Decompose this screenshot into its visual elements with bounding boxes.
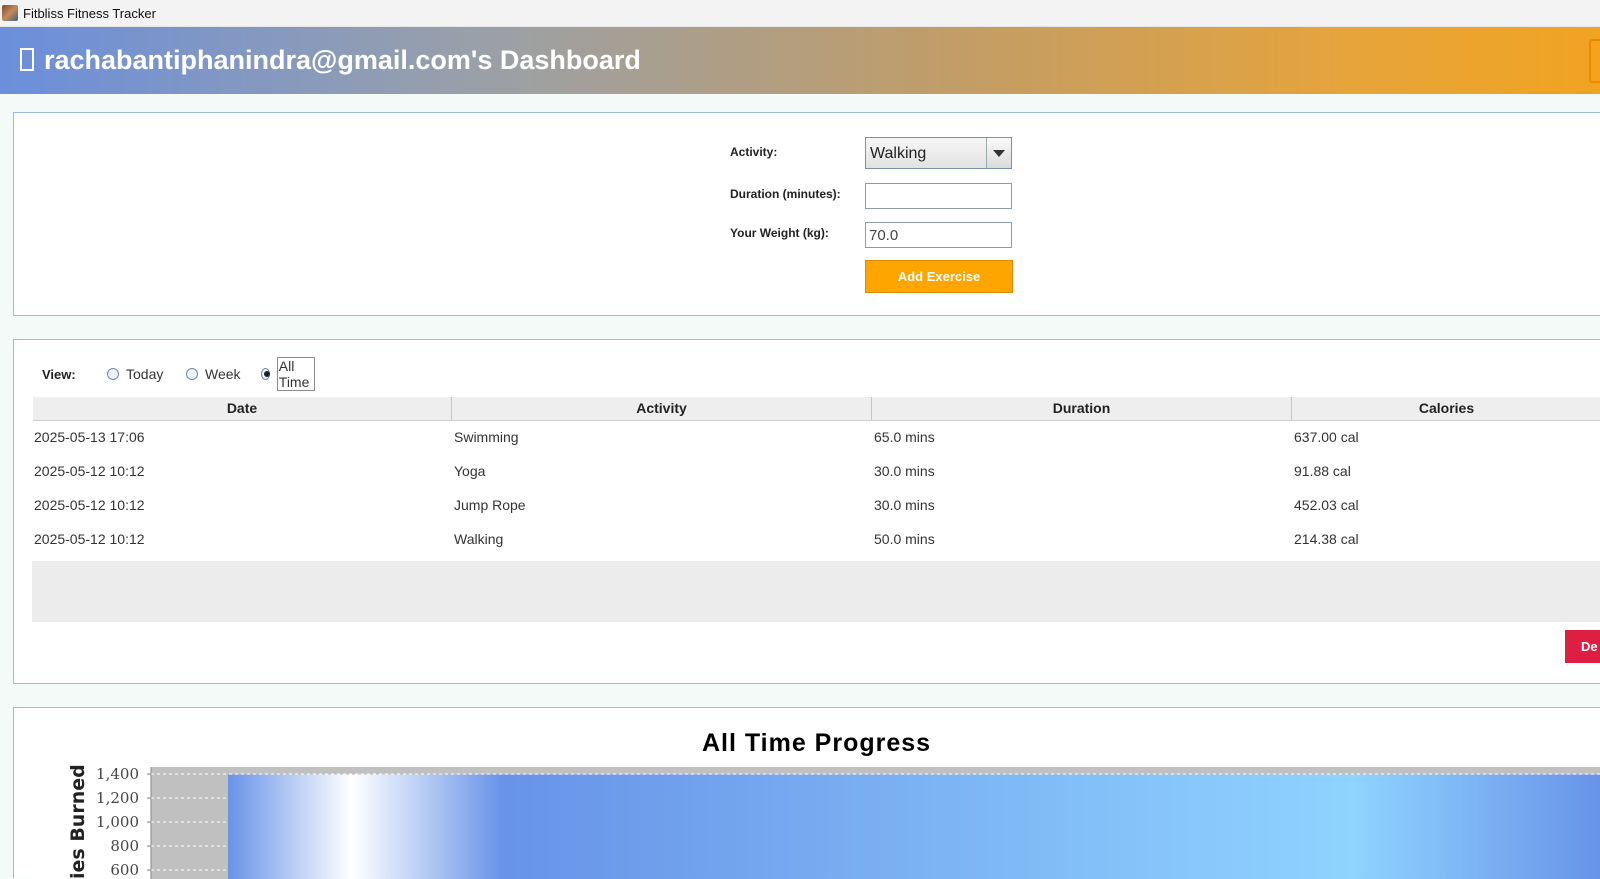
column-header-calories[interactable]: Calories [1292,397,1600,420]
chart-bar [228,774,1600,879]
radio-all-time[interactable] [261,368,270,380]
table-row[interactable]: 2025-05-13 17:06 Swimming 65.0 mins 637.… [33,421,1600,455]
column-header-duration[interactable]: Duration [872,397,1292,420]
cell-activity: Yoga [454,463,486,479]
cell-calories: 452.03 cal [1294,497,1359,513]
view-option-week[interactable]: Week [186,364,241,384]
progress-chart-panel: All Time Progress 600 800 1,000 1,200 1,400 i… [13,707,1600,879]
dashboard-title: rachabantiphanindra@gmail.com's Dashboar… [44,45,641,75]
y-tick-label: 800 [110,837,139,855]
cell-duration: 50.0 mins [874,531,935,547]
app-icon [2,5,18,21]
table-row[interactable]: 2025-05-12 10:12 Jump Rope 30.0 mins 452… [33,489,1600,523]
column-header-date[interactable]: Date [33,397,452,420]
y-tick-label: 1,400 [96,765,139,783]
y-axis-label: ies Burned [67,764,89,879]
cell-date: 2025-05-12 10:12 [34,497,145,513]
cell-duration: 65.0 mins [874,429,935,445]
exercise-form-panel: Activity: Walking Duration (minutes): Yo… [13,112,1600,316]
delete-button[interactable]: De [1565,630,1600,663]
activity-select[interactable]: Walking [865,137,1012,169]
duration-input[interactable] [865,183,1012,209]
chart-area: All Time Progress 600 800 1,000 1,200 1,400 i… [32,726,1600,879]
view-option-all-time[interactable]: All Time [261,357,315,391]
cell-activity: Walking [454,531,504,547]
table-header: Date Activity Duration Calories [33,397,1600,421]
dashboard-title-wrap: rachabantiphanindra@gmail.com's Dashboar… [20,45,641,76]
radio-label-today: Today [126,366,164,382]
radio-label-week: Week [205,366,241,382]
activity-select-value: Walking [870,145,927,162]
cell-date: 2025-05-12 10:12 [34,531,145,547]
y-tick-label: 600 [110,861,139,879]
table-row[interactable]: 2025-05-12 10:12 Walking 50.0 mins 214.3… [33,523,1600,557]
table-empty-area [32,561,1600,622]
table-row[interactable]: 2025-05-12 10:12 Yoga 30.0 mins 91.88 ca… [33,455,1600,489]
duration-label: Duration (minutes): [730,187,841,201]
window-title-bar: Fitbliss Fitness Tracker [0,0,1600,27]
window-title: Fitbliss Fitness Tracker [23,5,156,21]
exercise-history-panel: View: Today Week All Time Date Activity … [13,339,1600,684]
weight-label: Your Weight (kg): [730,226,829,240]
add-exercise-button[interactable]: Add Exercise [865,260,1013,293]
progress-chart: 600 800 1,000 1,200 1,400 ies Burned [67,764,1600,879]
y-tick-label: 1,200 [96,789,139,807]
weight-input[interactable] [865,222,1012,248]
cell-calories: 637.00 cal [1294,429,1359,445]
cell-activity: Jump Rope [454,497,526,513]
y-tick-label: 1,000 [96,813,139,831]
cell-duration: 30.0 mins [874,497,935,513]
cell-date: 2025-05-12 10:12 [34,463,145,479]
cell-date: 2025-05-13 17:06 [34,429,145,445]
chevron-down-icon[interactable] [986,138,1011,168]
dashboard-header: rachabantiphanindra@gmail.com's Dashboar… [0,27,1600,94]
view-label: View: [42,367,76,382]
radio-today[interactable] [107,368,119,380]
cell-activity: Swimming [454,429,519,445]
radio-label-all-time: All Time [276,357,315,391]
view-option-today[interactable]: Today [107,364,163,384]
exercise-table: Date Activity Duration Calories 2025-05-… [33,397,1600,557]
cell-calories: 214.38 cal [1294,531,1359,547]
column-header-activity[interactable]: Activity [452,397,872,420]
cell-duration: 30.0 mins [874,463,935,479]
activity-label: Activity: [730,145,778,159]
header-action-button[interactable] [1589,39,1600,83]
radio-week[interactable] [186,368,198,380]
cell-calories: 91.88 cal [1294,463,1351,479]
missing-glyph-icon [20,48,34,71]
